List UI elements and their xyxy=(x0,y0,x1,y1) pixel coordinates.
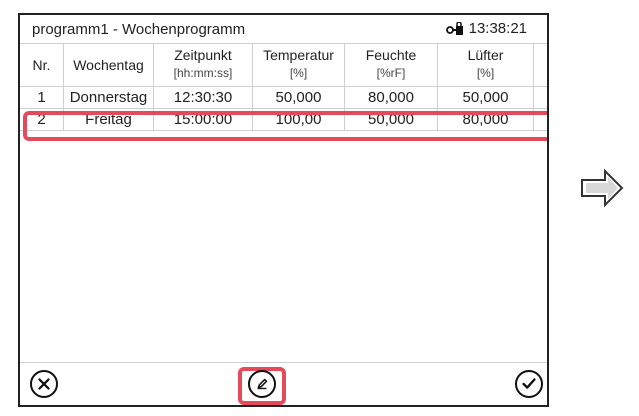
col-feuchte-unit: [%rF] xyxy=(376,66,406,80)
close-circle-icon[interactable] xyxy=(30,370,58,398)
table-row[interactable]: 1 Donnerstag 12:30:30 50,000 80,000 50,0… xyxy=(20,87,547,109)
controller-screen: programm1 - Wochenprogramm 13:38:21 Nr. xyxy=(18,13,549,407)
col-zeitpunkt: Zeitpunkt [hh:mm:ss] xyxy=(154,44,253,86)
row-day: Donnerstag xyxy=(64,87,154,108)
row-humidity: 80,000 xyxy=(345,87,438,108)
row-fan: 50,000 xyxy=(438,87,534,108)
row-day: Freitag xyxy=(64,109,154,130)
row-humidity: 50,000 xyxy=(345,109,438,130)
table-row-selected[interactable]: 2 Freitag 15:00:00 100,00 50,000 80,000 xyxy=(20,109,547,131)
lock-key-icon xyxy=(445,20,464,36)
col-temperatur-unit: [%] xyxy=(289,66,308,80)
col-temperatur-label: Temperatur xyxy=(263,47,334,63)
col-zeitpunkt-label: Zeitpunkt xyxy=(174,47,232,63)
col-wochentag: Wochentag xyxy=(64,44,154,86)
title-bar: programm1 - Wochenprogramm 13:38:21 xyxy=(20,15,547,44)
status-area: 13:38:21 xyxy=(445,20,527,37)
row-time: 12:30:30 xyxy=(154,87,253,108)
row-temp: 50,000 xyxy=(253,87,345,108)
check-circle-icon[interactable] xyxy=(515,370,543,398)
next-step-arrow-icon xyxy=(580,167,625,209)
col-luefter-unit: [%] xyxy=(476,66,495,80)
row-nr: 2 xyxy=(20,109,64,130)
row-fan: 80,000 xyxy=(438,109,534,130)
col-nr-label: Nr. xyxy=(32,57,51,73)
col-luefter: Lüfter [%] xyxy=(438,44,534,86)
col-zeitpunkt-unit: [hh:mm:ss] xyxy=(173,66,233,80)
page: programm1 - Wochenprogramm 13:38:21 Nr. xyxy=(0,0,639,416)
col-temperatur: Temperatur [%] xyxy=(253,44,345,86)
col-nr: Nr. xyxy=(20,44,64,86)
col-feuchte: Feuchte [%rF] xyxy=(345,44,438,86)
row-temp: 100,00 xyxy=(253,109,345,130)
row-time: 15:00:00 xyxy=(154,109,253,130)
col-wochentag-label: Wochentag xyxy=(73,57,144,73)
row-nr: 1 xyxy=(20,87,64,108)
page-title: programm1 - Wochenprogramm xyxy=(32,21,246,38)
bottom-toolbar xyxy=(20,362,547,405)
table-header: Nr. Wochentag Zeitpunkt [hh:mm:ss] Tempe… xyxy=(20,44,547,87)
col-luefter-label: Lüfter xyxy=(467,47,504,63)
clock-time: 13:38:21 xyxy=(468,20,527,37)
col-feuchte-label: Feuchte xyxy=(365,47,417,63)
edit-circle-icon[interactable] xyxy=(248,370,276,398)
